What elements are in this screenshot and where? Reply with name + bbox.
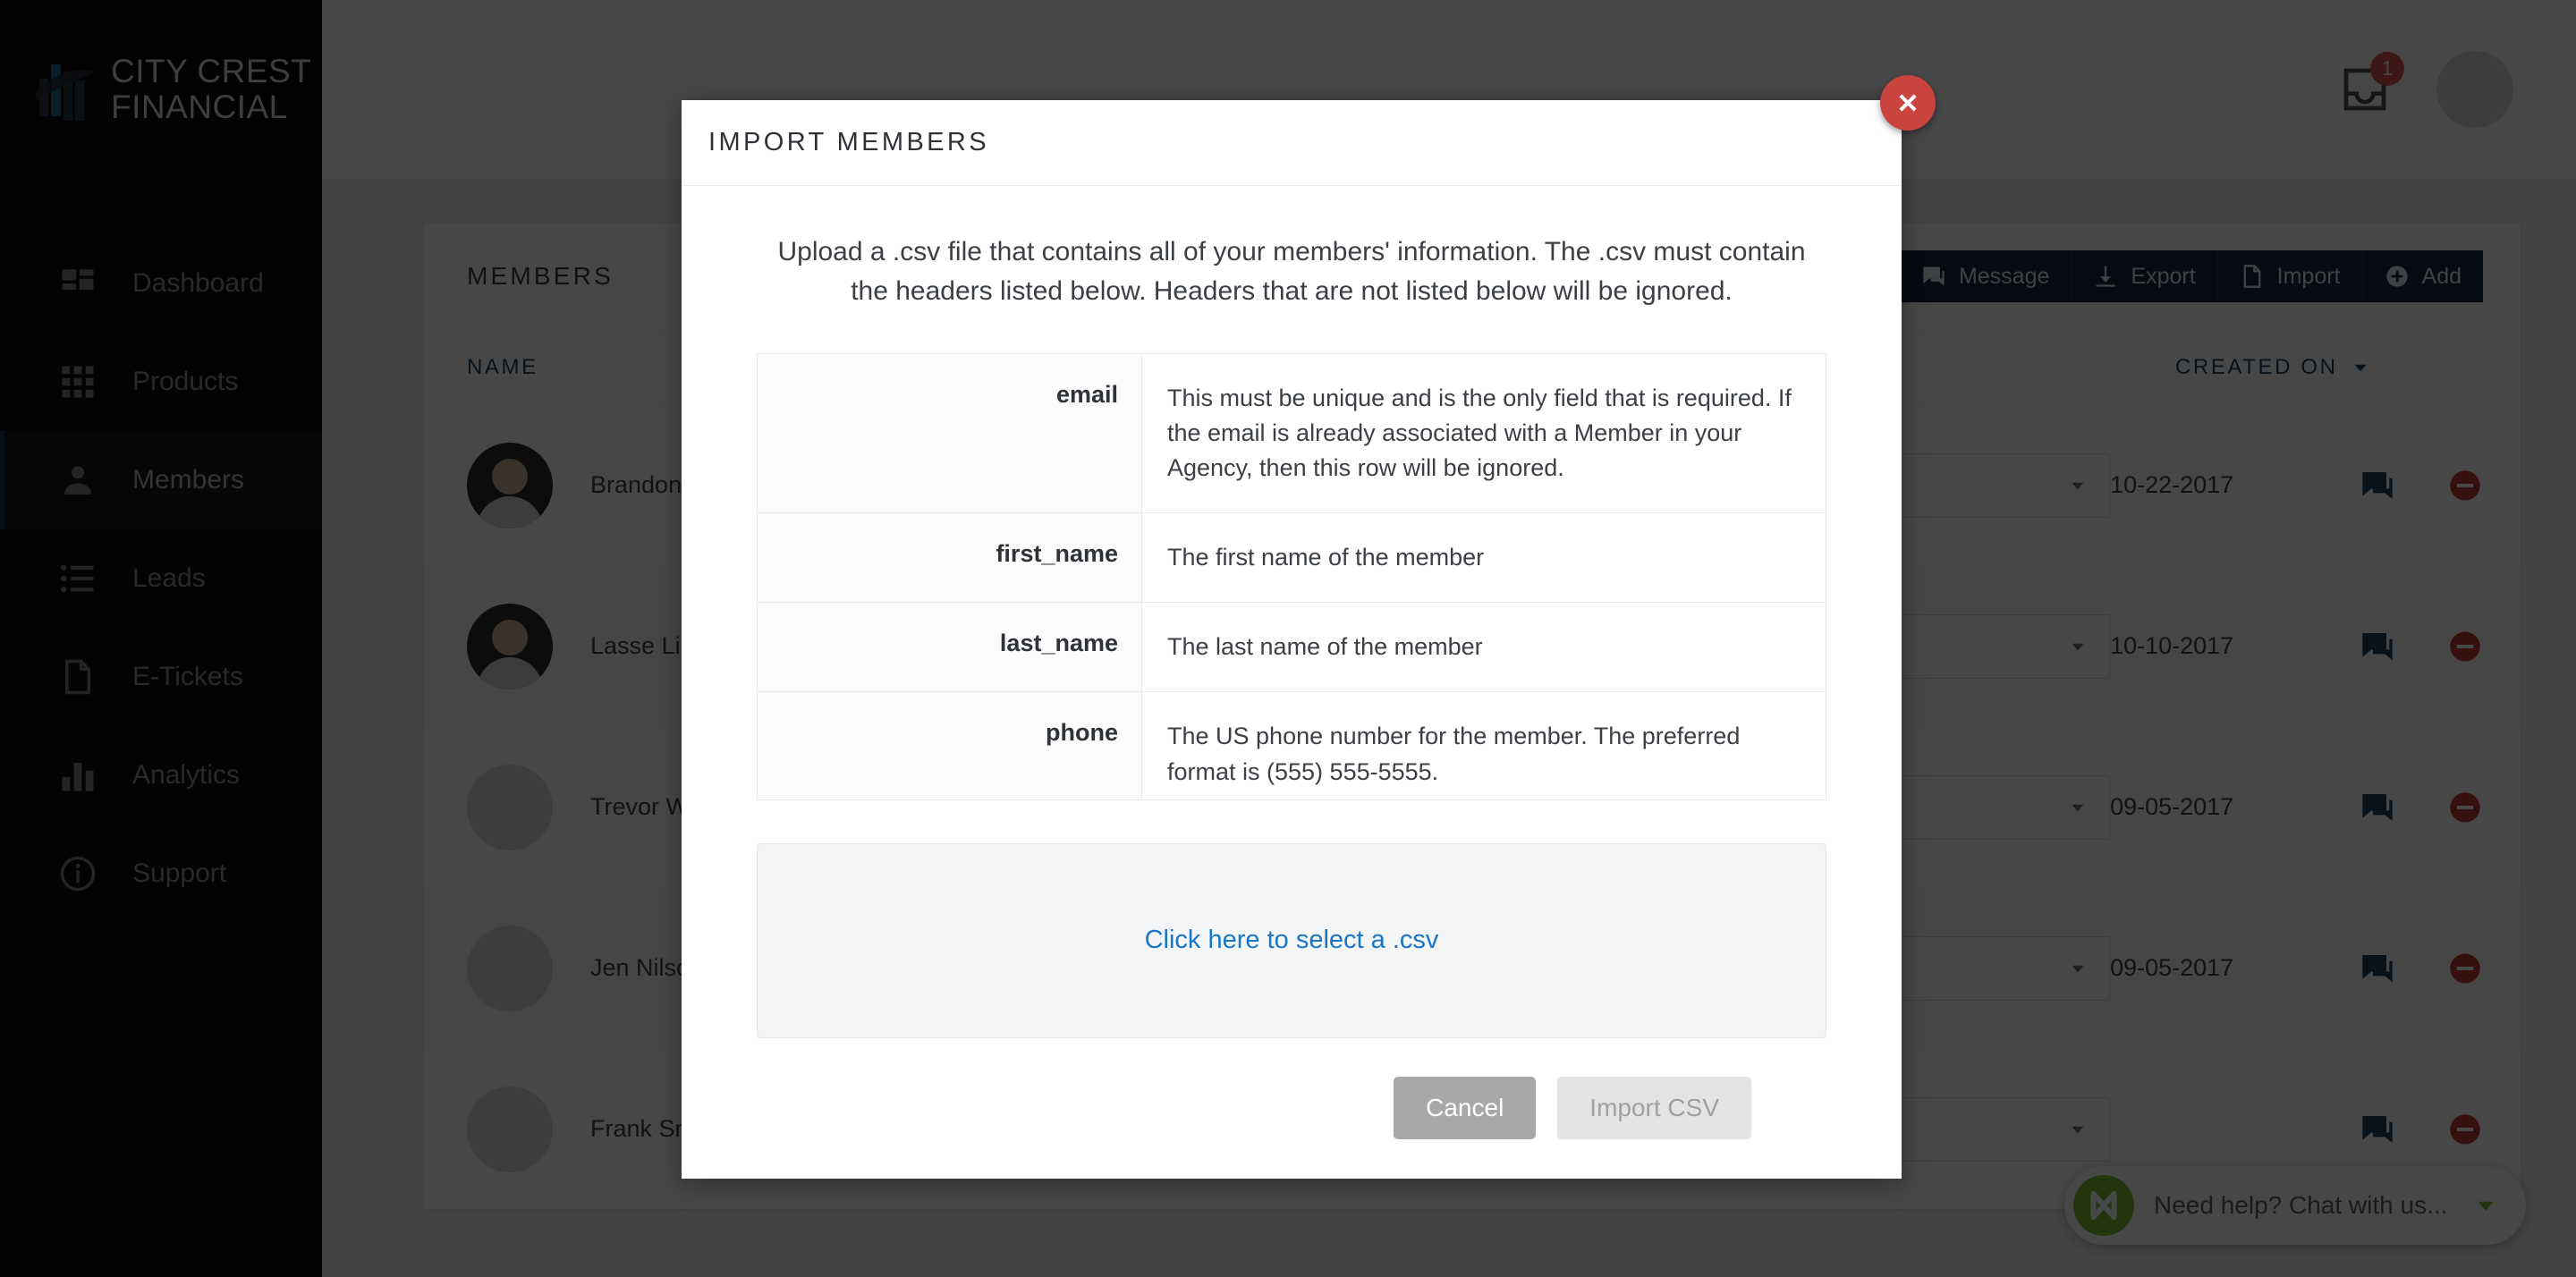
app-root: CITY CREST FINANCIAL Dashboard Products bbox=[0, 0, 2576, 1277]
close-icon bbox=[1899, 94, 1917, 112]
header-key: first_name bbox=[758, 513, 1142, 603]
table-row: first_name The first name of the member bbox=[758, 513, 1826, 604]
header-key: phone bbox=[758, 692, 1142, 799]
table-row: email This must be unique and is the onl… bbox=[758, 353, 1826, 514]
modal-footer: Cancel Import CSV bbox=[757, 1038, 1826, 1179]
header-description: This must be unique and is the only fiel… bbox=[1167, 384, 1792, 482]
header-key: email bbox=[758, 353, 1142, 513]
import-members-modal: IMPORT MEMBERS Upload a .csv file that c… bbox=[682, 75, 1936, 1179]
table-row: last_name The last name of the member bbox=[758, 603, 1826, 693]
csv-dropzone[interactable]: Click here to select a .csv bbox=[757, 842, 1826, 1038]
modal-body: Upload a .csv file that contains all of … bbox=[682, 186, 1902, 1179]
header-description: The last name of the member bbox=[1167, 633, 1483, 661]
import-csv-button[interactable]: Import CSV bbox=[1557, 1077, 1751, 1140]
modal-header: IMPORT MEMBERS bbox=[682, 100, 1902, 186]
close-button[interactable] bbox=[1880, 75, 1936, 131]
csv-dropzone-label: Click here to select a .csv bbox=[1144, 926, 1439, 955]
header-description: The US phone number for the member. The … bbox=[1167, 723, 1741, 785]
cancel-button[interactable]: Cancel bbox=[1394, 1077, 1537, 1140]
modal-title: IMPORT MEMBERS bbox=[708, 128, 990, 156]
csv-headers-table[interactable]: email This must be unique and is the onl… bbox=[757, 352, 1826, 800]
modal-description: Upload a .csv file that contains all of … bbox=[777, 237, 1806, 307]
table-row: phone The US phone number for the member… bbox=[758, 692, 1826, 799]
header-key: last_name bbox=[758, 603, 1142, 692]
header-description: The first name of the member bbox=[1167, 544, 1485, 571]
